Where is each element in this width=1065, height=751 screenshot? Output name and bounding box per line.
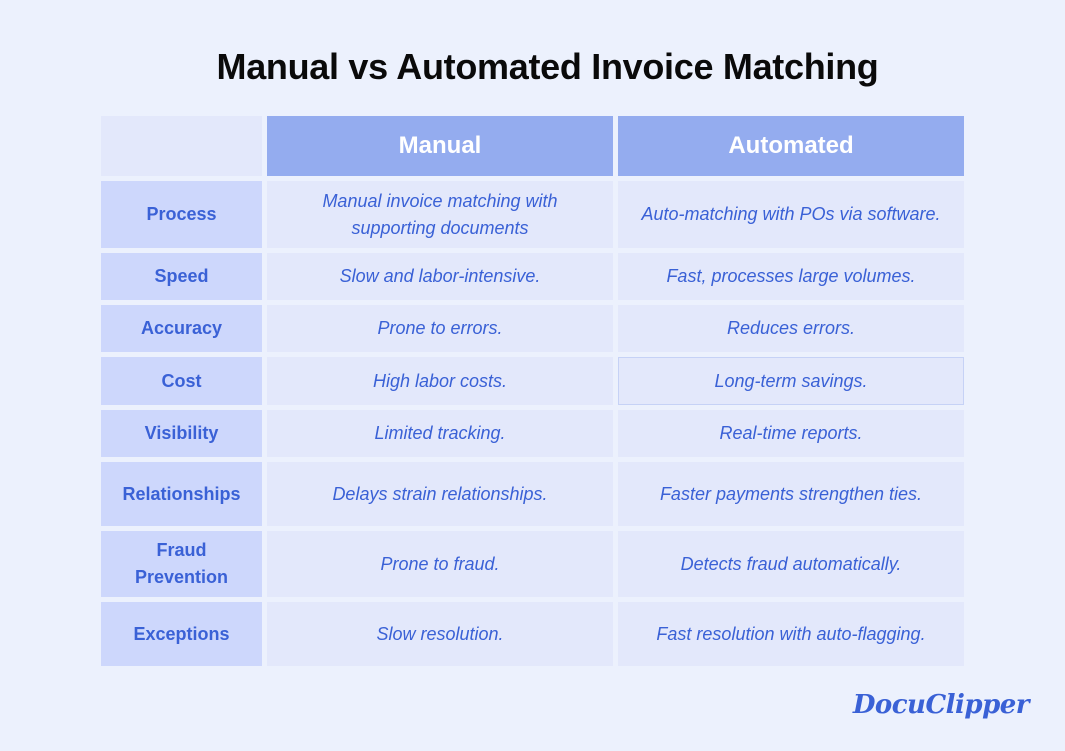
comparison-table: Manual Automated Process Manual invoice … [101,116,964,666]
column-header-automated: Automated [618,116,964,176]
cell-manual-relationships: Delays strain relationships. [267,462,613,526]
row-label-visibility: Visibility [101,410,262,457]
cell-automated-exceptions: Fast resolution with auto-flagging. [618,602,964,666]
cell-automated-accuracy: Reduces errors. [618,305,964,352]
row-label-speed: Speed [101,253,262,300]
cell-automated-fraud-prevention: Detects fraud automatically. [618,531,964,597]
row-label-relationships: Relationships [101,462,262,526]
cell-manual-visibility: Limited tracking. [267,410,613,457]
cell-automated-process: Auto-matching with POs via software. [618,181,964,248]
row-label-cost: Cost [101,357,262,405]
cell-automated-cost: Long-term savings. [618,357,964,405]
cell-manual-cost: High labor costs. [267,357,613,405]
cell-manual-fraud-prevention: Prone to fraud. [267,531,613,597]
page-title: Manual vs Automated Invoice Matching [216,46,879,87]
row-label-exceptions: Exceptions [101,602,262,666]
row-label-fraud-prevention: Fraud Prevention [101,531,262,597]
column-header-manual: Manual [267,116,613,176]
cell-manual-speed: Slow and labor-intensive. [267,253,613,300]
cell-manual-accuracy: Prone to errors. [267,305,613,352]
row-label-accuracy: Accuracy [101,305,262,352]
header-corner-cell [101,116,262,176]
cell-automated-speed: Fast, processes large volumes. [618,253,964,300]
cell-automated-relationships: Faster payments strengthen ties. [618,462,964,526]
cell-manual-process: Manual invoice matching with supporting … [267,181,613,248]
docuclipper-logo: DocuClipper [852,690,1030,720]
cell-manual-exceptions: Slow resolution. [267,602,613,666]
cell-automated-visibility: Real-time reports. [618,410,964,457]
row-label-process: Process [101,181,262,248]
